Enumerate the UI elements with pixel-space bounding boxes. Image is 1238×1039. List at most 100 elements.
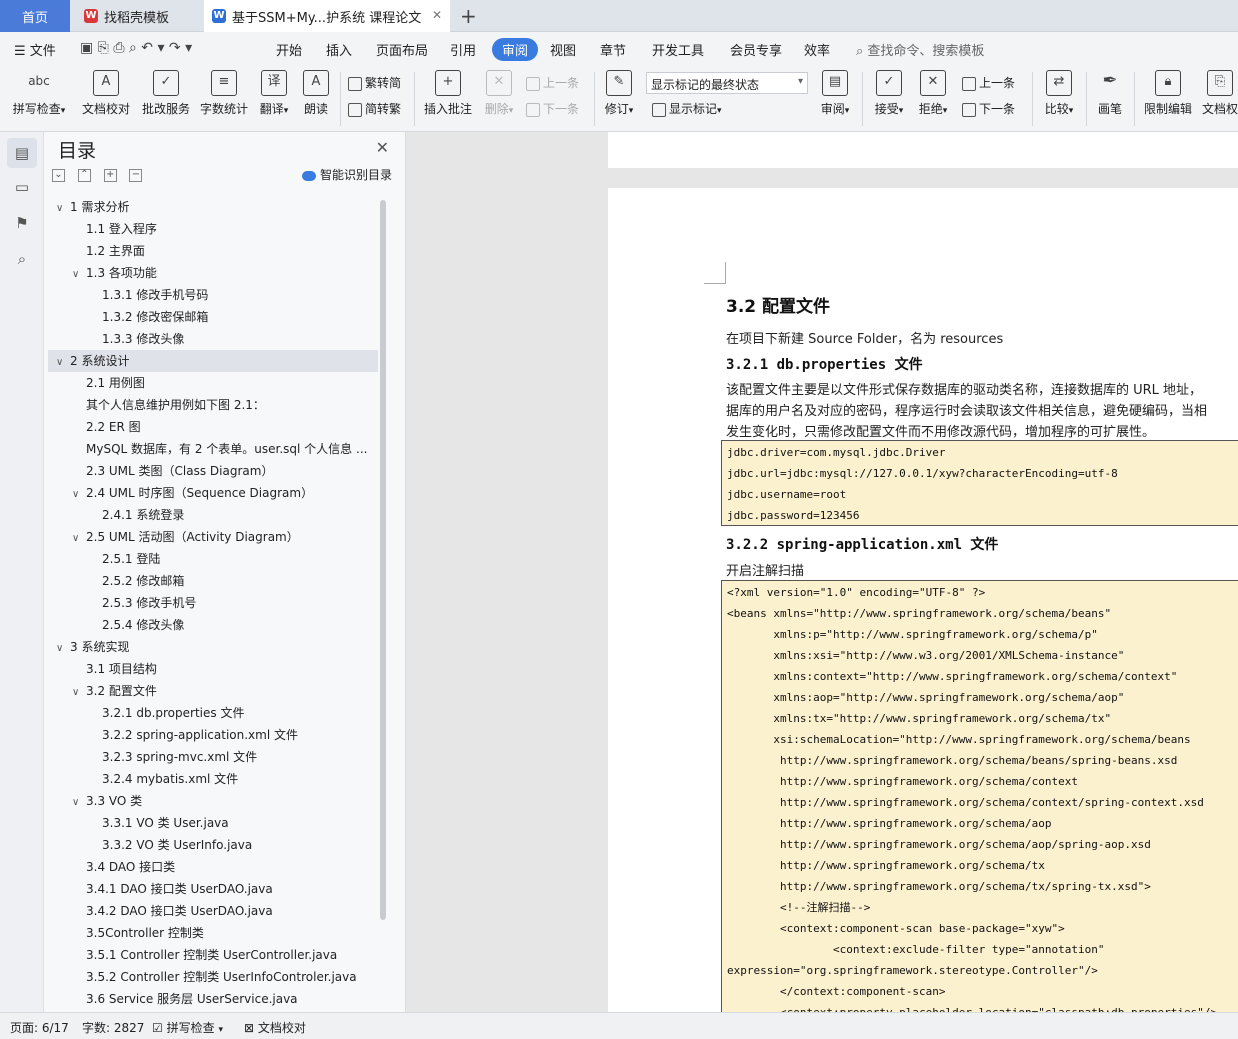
toc-item[interactable]: 3.3.1 VO 类 User.java (48, 812, 378, 834)
chevron-down-icon[interactable]: ∨ (72, 528, 86, 548)
chevron-down-icon[interactable]: ∨ (56, 352, 70, 372)
smart-toc-button[interactable]: 智能识别目录 (302, 166, 392, 183)
delete-comment-button[interactable]: ✕ 删除▾ (480, 70, 518, 117)
bookmark-icon[interactable]: ⚑ (7, 208, 37, 238)
toc-item[interactable]: ∨ 1.3 各项功能 (48, 262, 378, 284)
quick-access-icons[interactable]: ▣ ⎘ ⎙ ⌕ ↶ ▾ ↷ ▾ (80, 40, 192, 56)
close-icon[interactable]: ✕ (376, 138, 389, 157)
collapse-all-icon[interactable]: ⌃ (77, 169, 91, 182)
toc-item[interactable]: 3.5.2 Controller 控制类 UserInfoControler.j… (48, 966, 378, 988)
toc-item[interactable]: 1.1 登入程序 (48, 218, 378, 240)
toc-item[interactable]: 3.5Controller 控制类 (48, 922, 378, 944)
spellcheck-status[interactable]: ☑ 拼写检查 ▾ (152, 1019, 223, 1036)
proofread-button[interactable]: A 文档校对 (80, 70, 132, 117)
menu-efficiency[interactable]: 效率 (804, 40, 830, 59)
toc-item[interactable]: 2.5.1 登陆 (48, 548, 378, 570)
menu-insert[interactable]: 插入 (326, 40, 352, 59)
toc-item[interactable]: 3.4.1 DAO 接口类 UserDAO.java (48, 878, 378, 900)
command-search[interactable]: ⌕ 查找命令、搜索模板 (856, 40, 984, 59)
menu-chapter[interactable]: 章节 (600, 40, 626, 59)
toc-item[interactable]: 2.1 用例图 (48, 372, 378, 394)
review-pane-button[interactable]: ▤ 审阅▾ (816, 70, 854, 117)
chevron-down-icon[interactable]: ∨ (72, 682, 86, 702)
chevron-down-icon[interactable]: ∨ (72, 264, 86, 284)
compare-button[interactable]: ⇄ 比较▾ (1040, 70, 1078, 117)
toc-item[interactable]: 3.4 DAO 接口类 (48, 856, 378, 878)
chevron-down-icon[interactable]: ∨ (56, 638, 70, 658)
chevron-down-icon[interactable]: ∨ (72, 484, 86, 504)
toc-item[interactable]: 2.3 UML 类图（Class Diagram） (48, 460, 378, 482)
toc-item[interactable]: ∨ 3 系统实现 (48, 636, 378, 658)
chevron-down-icon[interactable]: ∨ (56, 198, 70, 218)
toc-item[interactable]: 2.5.3 修改手机号 (48, 592, 378, 614)
tab-template[interactable]: W 找稻壳模板 (74, 0, 204, 32)
toc-item[interactable]: 3.2.4 mybatis.xml 文件 (48, 768, 378, 790)
tab-document[interactable]: W 基于SSM+My...护系统 课程论文 ✕ (204, 0, 450, 32)
toc-item[interactable]: 其个人信息维护用例如下图 2.1： (48, 394, 378, 416)
trad-to-simp-button[interactable]: 繁转简 (348, 74, 401, 91)
correction-button[interactable]: ✓ 批改服务 (140, 70, 192, 117)
menu-devtools[interactable]: 开发工具 (652, 40, 704, 59)
toc-scrollbar[interactable] (380, 200, 386, 920)
toc-item[interactable]: 3.1 项目结构 (48, 658, 378, 680)
menu-membership[interactable]: 会员专享 (730, 40, 782, 59)
next-comment-button[interactable]: 下一条 (526, 100, 579, 117)
remove-heading-icon[interactable]: − (129, 169, 143, 182)
toc-item[interactable]: 3.2.3 spring-mvc.xml 文件 (48, 746, 378, 768)
toc-item[interactable]: 3.3.2 VO 类 UserInfo.java (48, 834, 378, 856)
next-change-button[interactable]: 下一条 (962, 100, 1015, 117)
expand-all-icon[interactable]: ⌄ (52, 169, 65, 182)
reject-button[interactable]: ✕ 拒绝▾ (914, 70, 952, 117)
page-indicator[interactable]: 页面: 6/17 (10, 1019, 69, 1036)
file-menu[interactable]: ☰ 文件 (14, 40, 56, 59)
pen-button[interactable]: ✒ 画笔 (1094, 70, 1126, 117)
toc-item[interactable]: ∨ 3.2 配置文件 (48, 680, 378, 702)
show-markup-button[interactable]: 显示标记▾ (652, 100, 722, 117)
chapter-nav-icon[interactable]: ▭ (7, 172, 37, 202)
toc-item[interactable]: ∨ 2 系统设计 (48, 350, 378, 372)
toc-item[interactable]: 2.4.1 系统登录 (48, 504, 378, 526)
translate-button[interactable]: 译 翻译▾ (256, 70, 292, 117)
toc-item[interactable]: ∨ 2.5 UML 活动图（Activity Diagram） (48, 526, 378, 548)
toc-item[interactable]: 3.4.2 DAO 接口类 UserDAO.java (48, 900, 378, 922)
tab-home[interactable]: 首页 (0, 0, 70, 32)
search-icon[interactable]: ⌕ (7, 244, 37, 274)
toc-item[interactable]: 1.3.3 修改头像 (48, 328, 378, 350)
read-aloud-button[interactable]: A 朗读 (300, 70, 332, 117)
toc-item[interactable]: 2.5.2 修改邮箱 (48, 570, 378, 592)
menu-start[interactable]: 开始 (276, 40, 302, 59)
prev-comment-button[interactable]: 上一条 (526, 74, 579, 91)
close-icon[interactable]: ✕ (432, 8, 442, 22)
toc-item[interactable]: ∨ 3.3 VO 类 (48, 790, 378, 812)
prev-change-button[interactable]: 上一条 (962, 74, 1015, 91)
add-tab-icon[interactable]: + (460, 4, 477, 28)
toc-item[interactable]: ∨ 2.4 UML 时序图（Sequence Diagram） (48, 482, 378, 504)
toc-item[interactable]: 3.5.1 Controller 控制类 UserController.java (48, 944, 378, 966)
toc-item[interactable]: 2.5.4 修改头像 (48, 614, 378, 636)
toc-item[interactable]: 3.6 Service 服务层 UserService.java (48, 988, 378, 1006)
toc-item[interactable]: 3.2.1 db.properties 文件 (48, 702, 378, 724)
spellcheck-button[interactable]: abc 拼写检查▾ (10, 70, 68, 117)
toc-item[interactable]: MySQL 数据库，有 2 个表单。user.sql 个人信息 ... (48, 438, 378, 460)
doc-rights-button[interactable]: ⎘ 文档权 (1200, 70, 1238, 117)
proofread-status[interactable]: ⊠ 文档校对 (244, 1019, 306, 1036)
menu-page-layout[interactable]: 页面布局 (376, 40, 428, 59)
toc-item[interactable]: 1.3.1 修改手机号码 (48, 284, 378, 306)
toc-item[interactable]: 1.2 主界面 (48, 240, 378, 262)
toc-item[interactable]: 2.2 ER 图 (48, 416, 378, 438)
toc-item[interactable]: 1.3.2 修改密保邮箱 (48, 306, 378, 328)
markup-state-dropdown[interactable]: 显示标记的最终状态 ▾ (646, 72, 808, 94)
word-count[interactable]: 字数: 2827 (82, 1019, 144, 1036)
insert-comment-button[interactable]: + 插入批注 (422, 70, 474, 117)
add-heading-icon[interactable]: + (103, 169, 117, 182)
simp-to-trad-button[interactable]: 简转繁 (348, 100, 401, 117)
revise-button[interactable]: ✎ 修订▾ (600, 70, 638, 117)
toc-panel-icon[interactable]: ▤ (7, 138, 37, 168)
menu-references[interactable]: 引用 (450, 40, 476, 59)
wordcount-button[interactable]: ≡ 字数统计 (198, 70, 250, 117)
toc-item[interactable]: ∨ 1 需求分析 (48, 196, 378, 218)
toc-item[interactable]: 3.2.2 spring-application.xml 文件 (48, 724, 378, 746)
accept-button[interactable]: ✓ 接受▾ (870, 70, 908, 117)
menu-review[interactable]: 审阅 (492, 38, 539, 61)
menu-view[interactable]: 视图 (550, 40, 576, 59)
